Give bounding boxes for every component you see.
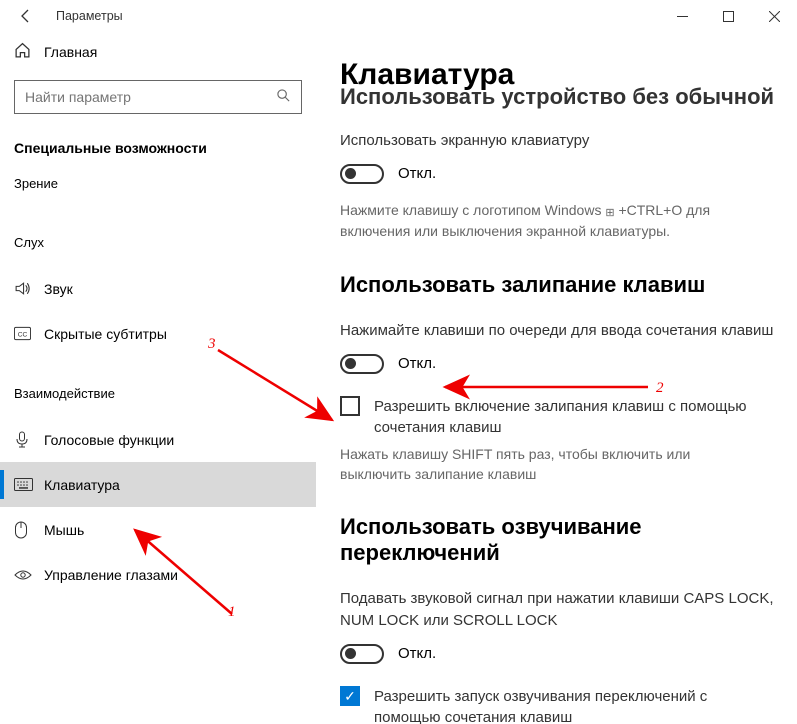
sound-icon <box>14 280 44 297</box>
togglekeys-toggle-label: Откл. <box>398 645 436 662</box>
svg-text:CC: CC <box>18 331 28 338</box>
sidebar-item-sound[interactable]: Звук <box>14 266 302 311</box>
osk-hint: Нажмите клавишу с логотипом Windows ⊞ +C… <box>340 184 760 242</box>
minimize-button[interactable] <box>659 0 705 32</box>
search-icon <box>276 88 291 106</box>
togglekeys-toggle[interactable] <box>340 644 384 664</box>
sticky-shortcut-hint: Нажать клавишу SHIFT пять раз, чтобы вкл… <box>340 438 760 485</box>
main-content: Клавиатура Использовать устройство без о… <box>316 32 797 724</box>
togglekeys-desc: Подавать звуковой сигнал при нажатии кла… <box>340 566 777 632</box>
sticky-shortcut-label: Разрешить включение залипания клавиш с п… <box>374 396 760 438</box>
sidebar-item-eye[interactable]: Управление глазами <box>14 552 302 597</box>
annotation-3: 3 <box>208 336 216 353</box>
nav-home-label: Главная <box>44 44 97 60</box>
osk-toggle[interactable] <box>340 164 384 184</box>
togglekeys-shortcut-label: Разрешить запуск озвучивания переключени… <box>374 686 760 724</box>
togglekeys-heading: Использовать озвучивание переключений <box>340 484 777 566</box>
mouse-icon <box>14 521 44 539</box>
sidebar: Главная Специальные возможности Зрение С… <box>0 32 316 724</box>
eye-icon <box>14 569 44 581</box>
window-title: Параметры <box>46 9 123 23</box>
sidebar-group-interaction: Взаимодействие <box>14 380 302 411</box>
sticky-shortcut-checkbox[interactable] <box>340 396 360 416</box>
windows-logo-icon: ⊞ <box>605 207 614 219</box>
sticky-toggle-label: Откл. <box>398 355 436 372</box>
maximize-button[interactable] <box>705 0 751 32</box>
section-device-heading: Использовать устройство без обычной клав… <box>340 84 777 114</box>
sidebar-item-label: Мышь <box>44 522 84 538</box>
mic-icon <box>14 431 44 449</box>
osk-desc: Использовать экранную клавиатуру <box>340 114 777 152</box>
cc-icon: CC <box>14 326 44 341</box>
sidebar-section-header: Специальные возможности <box>14 134 302 170</box>
sidebar-item-label: Скрытые субтитры <box>44 326 167 342</box>
close-button[interactable] <box>751 0 797 32</box>
keyboard-icon <box>14 478 44 491</box>
back-button[interactable] <box>6 0 46 32</box>
sidebar-item-label: Управление глазами <box>44 567 178 583</box>
sticky-toggle[interactable] <box>340 354 384 374</box>
home-icon <box>14 42 44 62</box>
search-box[interactable] <box>14 80 302 114</box>
search-input[interactable] <box>25 89 276 105</box>
annotation-2: 2 <box>656 380 664 397</box>
nav-home[interactable]: Главная <box>14 32 302 80</box>
titlebar: Параметры <box>0 0 797 32</box>
sidebar-item-mouse[interactable]: Мышь <box>14 507 302 552</box>
osk-toggle-label: Откл. <box>398 165 436 182</box>
sidebar-item-label: Звук <box>44 281 73 297</box>
sidebar-item-label: Голосовые функции <box>44 432 174 448</box>
sticky-heading: Использовать залипание клавиш <box>340 242 777 298</box>
annotation-1: 1 <box>228 604 236 621</box>
sidebar-item-label: Клавиатура <box>44 477 120 493</box>
sidebar-group-hearing: Слух <box>14 229 302 260</box>
sidebar-item-voice[interactable]: Голосовые функции <box>14 417 302 462</box>
sticky-desc: Нажимайте клавиши по очереди для ввода с… <box>340 298 777 342</box>
sidebar-item-keyboard[interactable]: Клавиатура <box>0 462 316 507</box>
sidebar-item-cc[interactable]: CC Скрытые субтитры <box>14 311 302 356</box>
sidebar-group-vision: Зрение <box>14 170 302 201</box>
togglekeys-shortcut-checkbox[interactable]: ✓ <box>340 686 360 706</box>
